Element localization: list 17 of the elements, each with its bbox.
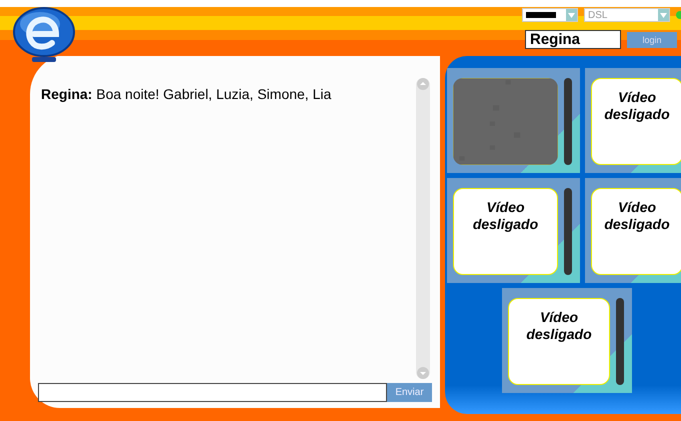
scroll-up-icon[interactable] <box>417 78 429 90</box>
chat-message: Regina: Boa noite! Gabriel, Luzia, Simone, Lia <box>41 86 332 102</box>
video-off-label: Vídeo desligado <box>472 199 540 233</box>
login-button[interactable]: login <box>627 32 677 48</box>
connection-select[interactable]: DSL <box>584 8 670 22</box>
color-select[interactable] <box>522 8 578 22</box>
scrollbar[interactable] <box>416 78 430 379</box>
message-field[interactable] <box>38 383 387 402</box>
scroll-down-icon[interactable] <box>417 367 429 379</box>
video-off-label: Vídeo desligado <box>603 89 671 123</box>
send-button[interactable]: Enviar <box>387 383 432 402</box>
logo-icon <box>12 6 76 64</box>
video-off-label: Vídeo desligado <box>525 309 593 343</box>
caret-icon <box>660 12 667 18</box>
caret-icon <box>568 12 575 18</box>
video-off-label: Vídeo desligado <box>603 199 671 233</box>
name-field[interactable]: Regina <box>525 30 621 49</box>
